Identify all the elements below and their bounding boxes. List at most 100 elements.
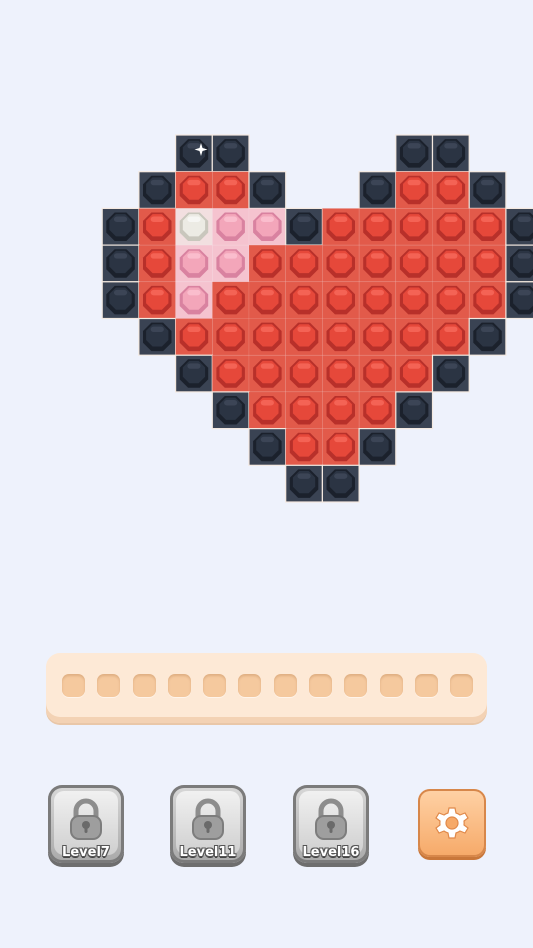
dark-gem-tile[interactable] xyxy=(468,317,507,356)
tray-slot xyxy=(167,674,191,697)
red-gem-tile[interactable] xyxy=(358,208,397,246)
dark-gem-tile[interactable] xyxy=(138,317,177,356)
lock-icon xyxy=(192,798,224,840)
red-gem-tile[interactable] xyxy=(432,281,470,319)
tray-slots xyxy=(62,674,474,697)
dark-gem-tile[interactable] xyxy=(248,171,287,209)
red-gem-tile[interactable] xyxy=(175,318,213,356)
red-gem-tile[interactable] xyxy=(248,391,287,429)
locked-booster-button-1[interactable]: Level7 xyxy=(48,785,124,863)
pink-gem-tile[interactable] xyxy=(175,244,213,283)
red-gem-tile[interactable] xyxy=(468,244,507,283)
lock-icon xyxy=(315,798,347,840)
red-gem-tile[interactable] xyxy=(322,281,360,319)
red-gem-tile[interactable] xyxy=(322,428,360,466)
red-gem-tile[interactable] xyxy=(432,244,470,283)
tray-slot xyxy=(238,674,262,697)
red-gem-tile[interactable] xyxy=(175,171,213,209)
red-gem-tile[interactable] xyxy=(395,354,433,393)
tray-slot xyxy=(309,674,333,697)
dark-gem-tile[interactable] xyxy=(175,354,213,393)
gear-icon xyxy=(435,807,469,839)
pink-gem-tile[interactable] xyxy=(212,244,250,283)
dark-gem-tile[interactable] xyxy=(431,354,470,393)
locked-booster-button-3[interactable]: Level16 xyxy=(293,785,369,863)
tray-slot xyxy=(273,674,297,697)
tray-slot xyxy=(97,674,121,697)
dark-gem-tile[interactable] xyxy=(101,244,140,283)
locked-booster-label-2: Level11 xyxy=(179,845,237,860)
tray-slot xyxy=(132,674,156,697)
lock-icon xyxy=(70,798,102,840)
red-gem-tile[interactable] xyxy=(285,391,323,429)
dark-gem-tile[interactable] xyxy=(395,134,434,173)
tray-slot xyxy=(450,674,474,697)
locked-booster-label-1: Level7 xyxy=(62,845,110,860)
red-gem-tile[interactable] xyxy=(468,281,507,319)
red-gem-tile[interactable] xyxy=(358,354,397,393)
red-gem-tile[interactable] xyxy=(322,354,360,393)
dark-gem-tile[interactable] xyxy=(285,207,324,246)
red-gem-tile[interactable] xyxy=(395,244,433,283)
red-gem-tile[interactable] xyxy=(212,171,250,209)
dark-gem-tile[interactable] xyxy=(468,171,507,209)
white-gem-tile[interactable] xyxy=(175,208,213,246)
red-gem-tile[interactable] xyxy=(395,208,433,246)
pink-gem-tile[interactable] xyxy=(212,208,250,246)
red-gem-tile[interactable] xyxy=(358,281,397,319)
red-gem-tile[interactable] xyxy=(358,391,397,429)
dark-gem-tile[interactable] xyxy=(505,207,533,246)
dark-gem-tile[interactable] xyxy=(285,464,324,503)
red-gem-tile[interactable] xyxy=(395,171,433,209)
red-gem-tile[interactable] xyxy=(432,208,470,246)
dark-gem-tile[interactable] xyxy=(211,134,250,173)
red-gem-tile[interactable] xyxy=(212,354,250,393)
dark-gem-tile[interactable] xyxy=(505,244,533,283)
locked-booster-button-2[interactable]: Level11 xyxy=(170,785,246,863)
settings-button[interactable] xyxy=(418,789,486,857)
red-gem-tile[interactable] xyxy=(138,281,176,319)
red-gem-tile[interactable] xyxy=(285,318,323,356)
collection-tray xyxy=(46,653,487,723)
red-gem-tile[interactable] xyxy=(358,318,397,356)
heart-gem-grid xyxy=(101,134,533,503)
red-gem-tile[interactable] xyxy=(322,391,360,429)
red-gem-tile[interactable] xyxy=(358,244,397,283)
dark-gem-tile[interactable] xyxy=(431,134,470,173)
red-gem-tile[interactable] xyxy=(322,318,360,356)
red-gem-tile[interactable] xyxy=(248,318,287,356)
red-gem-tile[interactable] xyxy=(138,244,176,283)
dark-gem-tile[interactable] xyxy=(321,464,360,503)
red-gem-tile[interactable] xyxy=(248,281,287,319)
heart-gem-board xyxy=(0,0,533,520)
pink-gem-tile[interactable] xyxy=(248,208,287,246)
dark-gem-tile[interactable] xyxy=(211,391,250,430)
red-gem-tile[interactable] xyxy=(248,244,287,283)
red-gem-tile[interactable] xyxy=(285,354,323,393)
dark-gem-tile[interactable] xyxy=(175,134,213,173)
dark-gem-tile[interactable] xyxy=(248,428,287,466)
red-gem-tile[interactable] xyxy=(212,318,250,356)
red-gem-tile[interactable] xyxy=(285,428,323,466)
dark-gem-tile[interactable] xyxy=(505,281,533,320)
pink-gem-tile[interactable] xyxy=(175,281,213,319)
dark-gem-tile[interactable] xyxy=(101,207,140,246)
red-gem-tile[interactable] xyxy=(395,318,433,356)
red-gem-tile[interactable] xyxy=(285,281,323,319)
red-gem-tile[interactable] xyxy=(138,208,176,246)
red-gem-tile[interactable] xyxy=(432,171,470,209)
red-gem-tile[interactable] xyxy=(322,244,360,283)
dark-gem-tile[interactable] xyxy=(101,281,140,320)
dark-gem-tile[interactable] xyxy=(138,171,177,209)
red-gem-tile[interactable] xyxy=(248,354,287,393)
red-gem-tile[interactable] xyxy=(432,318,470,356)
red-gem-tile[interactable] xyxy=(395,281,433,319)
dark-gem-tile[interactable] xyxy=(358,428,397,466)
dark-gem-tile[interactable] xyxy=(395,391,434,430)
red-gem-tile[interactable] xyxy=(468,208,507,246)
dark-gem-tile[interactable] xyxy=(358,171,397,209)
red-gem-tile[interactable] xyxy=(285,244,323,283)
red-gem-tile[interactable] xyxy=(322,208,360,246)
tray-slot xyxy=(203,674,227,697)
red-gem-tile[interactable] xyxy=(212,281,250,319)
